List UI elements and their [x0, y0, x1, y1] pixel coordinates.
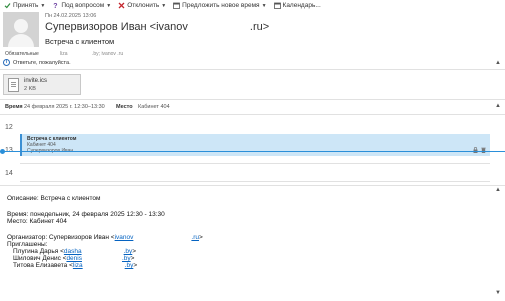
attachment-size: 2 KB: [24, 86, 36, 92]
required-label: Обязательные: [5, 51, 39, 57]
invitee-email-link[interactable]: liza .by: [73, 262, 133, 269]
calendar-preview: 12 13 14 Встреча с клиентом Кабинет 404 …: [0, 118, 505, 183]
sender-name[interactable]: Супервизоров Иван <ivanov .ru>: [45, 21, 269, 33]
calendar-event[interactable]: Встреча с клиентом Кабинет 404 Супервизо…: [20, 134, 490, 156]
hour-label: 12: [5, 124, 13, 131]
divider: [0, 99, 505, 100]
invitee-email-link[interactable]: dasha .by: [64, 248, 132, 255]
file-icon: [8, 78, 19, 92]
scroll-down-icon[interactable]: ▼: [495, 290, 501, 296]
message-date: Пн 24.02.2025 13:06: [45, 13, 97, 19]
decline-label: Отклонить: [127, 2, 160, 9]
collapse-header-icon[interactable]: ▲: [495, 60, 501, 66]
message-subject: Встреча с клиентом: [45, 37, 115, 46]
current-time-line: [0, 151, 505, 152]
time-value: 24 февраля 2025 г. 12:30–13:30: [24, 104, 105, 110]
organizer-email-link[interactable]: ivanov .ru: [115, 234, 199, 241]
body-description: Описание: Встреча с клиентом: [7, 195, 101, 202]
hour-label: 14: [5, 170, 13, 177]
body-time: Время: понедельник, 24 февраля 2025 12:3…: [7, 211, 165, 218]
message-body: Описание: Встреча с клиентом Время: поне…: [7, 195, 203, 269]
calendar-icon: [273, 2, 281, 9]
body-place: Место: Кабинет 404: [7, 218, 67, 225]
info-bar: i Ответьте, пожалуйста. ▲: [0, 58, 505, 67]
current-time-marker: [0, 149, 5, 154]
attachment[interactable]: invite.ics 2 KB: [3, 74, 81, 95]
accept-button[interactable]: Принять ▼: [4, 2, 45, 9]
calendar-label: Календарь...: [282, 2, 321, 9]
invitee-row: Плугина Дарья <dasha .by>: [13, 248, 137, 255]
invitee-row: Шилович Денис <denis .by>: [13, 255, 135, 262]
question-icon: ?: [52, 2, 59, 10]
chevron-down-icon: ▼: [106, 2, 112, 9]
action-toolbar: Принять ▼ ? Под вопросом ▼ Отклонить ▼ П…: [0, 0, 505, 11]
invitee-email-link[interactable]: denis .by: [66, 255, 130, 262]
propose-time-label: Предложить новое время: [182, 2, 260, 9]
required-attendee[interactable]: liza: [60, 51, 68, 57]
collapse-calendar-icon[interactable]: ▲: [495, 103, 501, 109]
required-attendee[interactable]: .by; ivanov .ru: [92, 51, 123, 57]
chevron-down-icon: ▼: [161, 2, 167, 9]
chevron-down-icon: ▼: [40, 2, 46, 9]
calendar-button[interactable]: Календарь...: [273, 2, 321, 9]
calendar-clock-icon: [173, 2, 181, 9]
tentative-button[interactable]: ? Под вопросом ▼: [52, 2, 112, 10]
attachment-name: invite.ics: [24, 78, 48, 84]
divider: [0, 185, 505, 186]
info-icon: i: [3, 59, 10, 66]
meeting-summary: Время 24 февраля 2025 г. 12:30–13:30 Мес…: [0, 102, 505, 112]
scroll-up-icon[interactable]: ▲: [495, 187, 501, 193]
time-label: Время: [5, 104, 23, 110]
cross-icon: [118, 2, 125, 9]
svg-text:?: ?: [54, 3, 58, 9]
body-invited: Приглашены:: [7, 241, 48, 248]
checkmark-icon: [4, 2, 11, 9]
body-organizer: Организатор: Супервизоров Иван <ivanov .r…: [7, 234, 203, 241]
place-label: Место: [116, 104, 133, 110]
divider: [0, 114, 505, 115]
place-value: Кабинет 404: [138, 104, 170, 110]
info-text: Ответьте, пожалуйста.: [13, 59, 71, 66]
tentative-label: Под вопросом: [61, 2, 105, 9]
divider: [0, 69, 505, 70]
propose-time-button[interactable]: Предложить новое время ▼: [173, 2, 267, 9]
avatar: [3, 12, 39, 47]
chevron-down-icon: ▼: [261, 2, 267, 9]
invitee-row: Титова Елизавета <liza .by>: [13, 262, 138, 269]
decline-button[interactable]: Отклонить ▼: [118, 2, 166, 9]
accept-label: Принять: [13, 2, 39, 9]
message-header: Пн 24.02.2025 13:06 Супервизоров Иван <i…: [0, 11, 505, 53]
